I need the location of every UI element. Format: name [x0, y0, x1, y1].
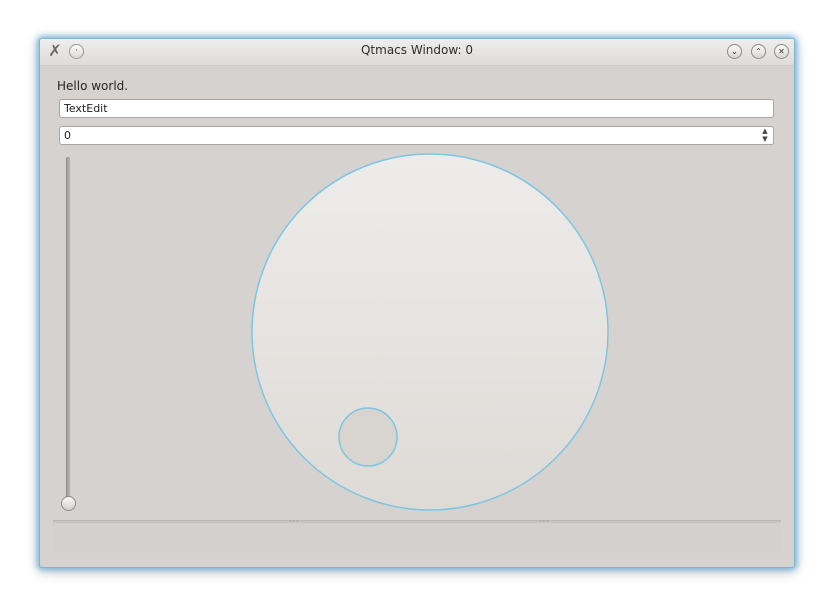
spin-arrows[interactable]: ▲ ▼	[759, 127, 771, 144]
spin-box[interactable]: 0 ▲ ▼	[59, 126, 774, 145]
close-button[interactable]: ✕	[774, 44, 789, 59]
dial[interactable]	[251, 153, 609, 511]
dial-knob[interactable]	[338, 407, 398, 467]
central-widget: Hello world. TextEdit 0 ▲ ▼	[53, 74, 781, 520]
splitter-grip-icon[interactable]: ···	[289, 517, 300, 526]
spin-up-icon[interactable]: ▲	[759, 127, 771, 135]
app-window: ✗ · Qtmacs Window: 0 ⌄ ⌃ ✕ Hello world. …	[39, 38, 795, 568]
slider-handle[interactable]	[61, 496, 76, 511]
dial-face[interactable]	[251, 153, 609, 511]
title-bar[interactable]: ✗ · Qtmacs Window: 0 ⌄ ⌃ ✕	[40, 39, 794, 66]
maximize-button[interactable]: ⌃	[751, 44, 766, 59]
spin-box-value: 0	[64, 129, 71, 142]
vertical-slider[interactable]	[66, 157, 70, 505]
window-title: Qtmacs Window: 0	[360, 43, 473, 57]
spin-down-icon[interactable]: ▼	[759, 135, 771, 143]
chevron-up-icon: ⌃	[755, 47, 762, 56]
close-icon: ✕	[778, 47, 785, 56]
status-bar	[53, 523, 781, 552]
hello-label: Hello world.	[57, 79, 129, 93]
chevron-down-icon: ⌄	[731, 47, 738, 56]
text-edit-value: TextEdit	[64, 102, 108, 115]
splitter-grip-icon[interactable]: ···	[539, 517, 550, 526]
text-edit-field[interactable]: TextEdit	[59, 99, 774, 118]
minimize-button[interactable]: ⌄	[727, 44, 742, 59]
